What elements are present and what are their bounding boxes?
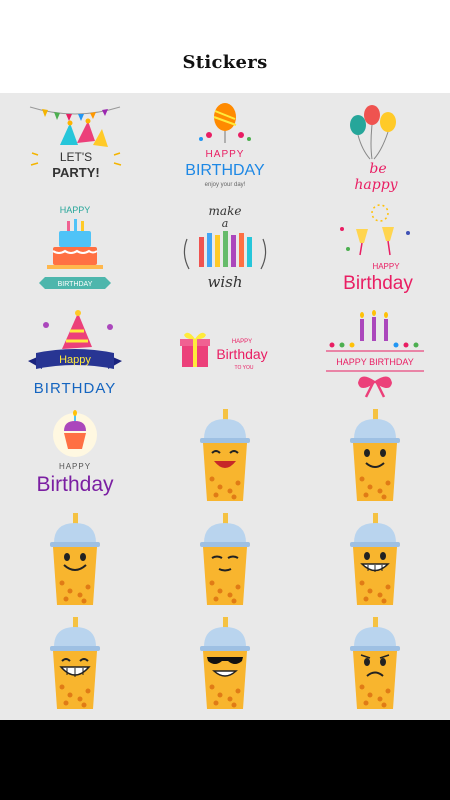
sticker-text: LET'S <box>60 150 92 164</box>
sticker-text: BIRTHDAY <box>58 281 93 288</box>
sticker-text: enjoy your day! <box>205 182 246 188</box>
sticker-happy-birthday-balloon[interactable]: HAPPY BIRTHDAY enjoy your day! <box>150 93 300 197</box>
sticker-text: BIRTHDAY <box>34 380 116 397</box>
sticker-text: make <box>209 204 242 218</box>
sticker-text: HAPPY <box>59 462 91 471</box>
sticker-text: a <box>222 217 229 230</box>
sticker-text: TO YOU <box>235 365 254 371</box>
sticker-bubble-tea-content[interactable] <box>150 509 300 613</box>
sticker-text: HAPPY <box>232 339 252 345</box>
sticker-bubble-tea-laughing[interactable] <box>150 405 300 509</box>
sticker-bubble-tea-sunglasses[interactable] <box>150 613 300 717</box>
sticker-text: PARTY! <box>52 165 99 180</box>
sticker-bubble-tea-frowning[interactable] <box>300 613 450 717</box>
sticker-lets-party[interactable]: LET'S PARTY! <box>0 93 150 197</box>
sticker-text: be <box>369 161 386 177</box>
sticker-text: happy <box>354 177 398 193</box>
sticker-bubble-tea-grinning-big[interactable] <box>0 613 150 717</box>
sticker-birthday-glasses[interactable]: HAPPY Birthday <box>300 197 450 301</box>
sticker-grid: LET'S PARTY! HAPPY BIRTHDAY enjoy your d… <box>0 93 450 720</box>
sticker-make-a-wish[interactable]: make a wish <box>150 197 300 301</box>
sticker-text: HAPPY <box>60 205 91 215</box>
sticker-text: Birthday <box>343 273 413 294</box>
sticker-text: wish <box>208 273 243 291</box>
sticker-text: Birthday <box>216 346 267 362</box>
navigation-bar <box>0 720 450 800</box>
sticker-cupcake[interactable]: HAPPY Birthday <box>0 405 150 509</box>
sticker-text: Happy <box>59 354 91 366</box>
sticker-bubble-tea-smiling[interactable] <box>300 405 450 509</box>
sticker-text: Birthday <box>36 473 114 496</box>
sticker-gift-birthday[interactable]: HAPPY Birthday TO YOU <box>150 301 300 405</box>
sticker-bubble-tea-grinning[interactable] <box>300 509 450 613</box>
sticker-be-happy[interactable]: be happy <box>300 93 450 197</box>
sticker-candles-bow[interactable]: HAPPY BIRTHDAY <box>300 301 450 405</box>
sticker-happy-banner[interactable]: Happy BIRTHDAY <box>0 301 150 405</box>
sticker-text: BIRTHDAY <box>185 162 265 179</box>
sticker-text: HAPPY BIRTHDAY <box>336 357 414 367</box>
page-title: Stickers <box>182 52 268 73</box>
app-header: Stickers <box>0 0 450 93</box>
sticker-happy-cake[interactable]: HAPPY BIRTHDAY <box>0 197 150 301</box>
sticker-text: HAPPY <box>372 262 400 271</box>
sticker-bubble-tea-happy[interactable] <box>0 509 150 613</box>
sticker-text: HAPPY <box>206 149 245 160</box>
